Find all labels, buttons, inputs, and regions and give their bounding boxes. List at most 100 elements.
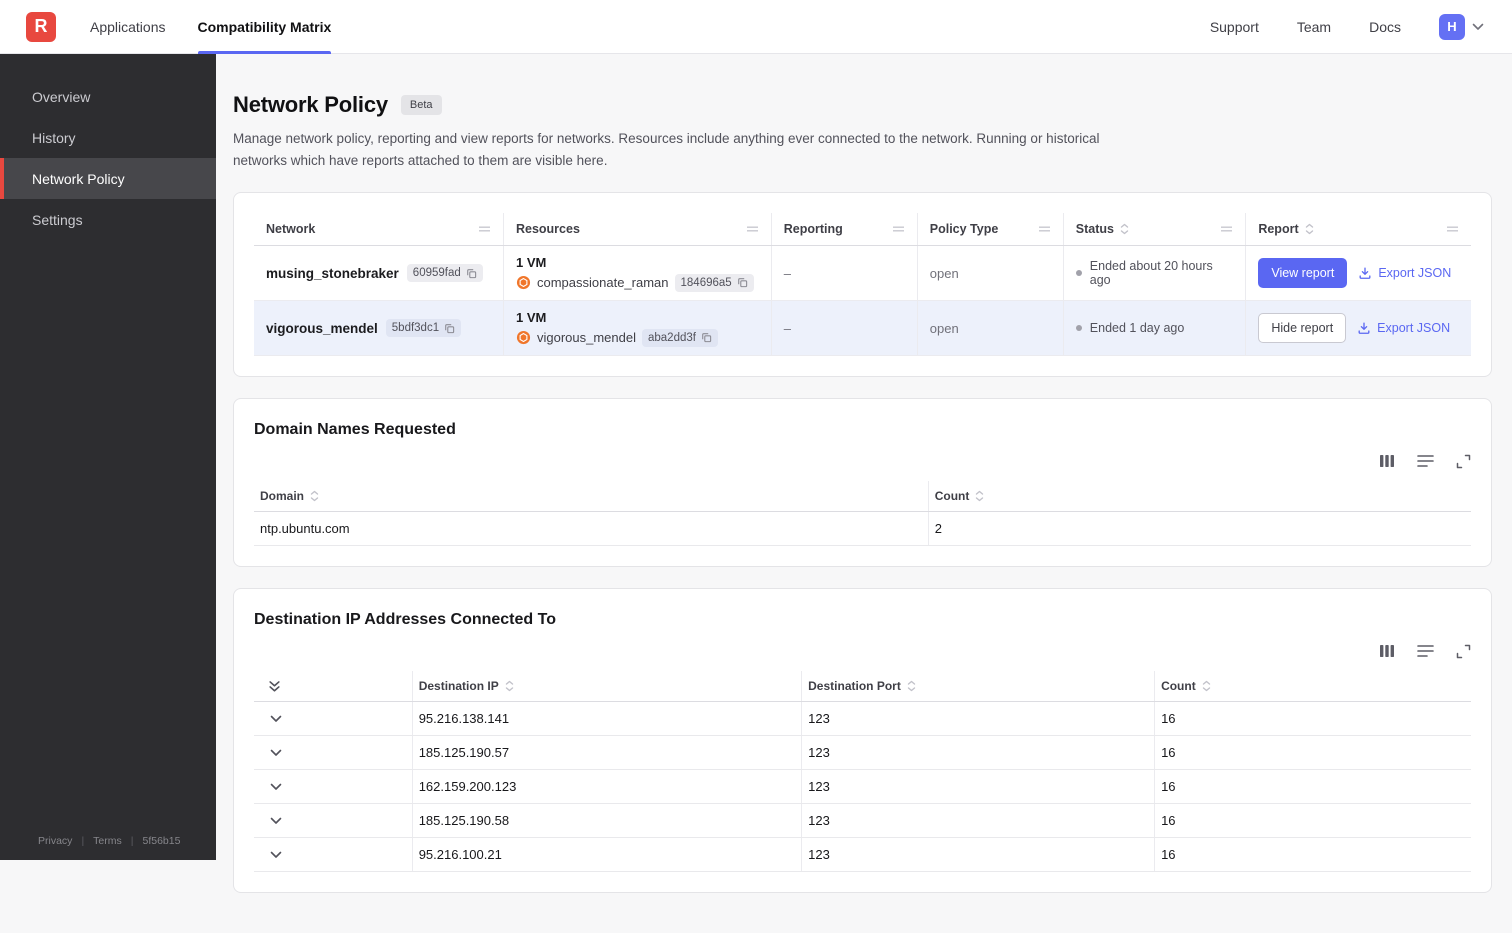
- destination-ip-value: 162.159.200.123: [412, 770, 801, 804]
- sort-icon[interactable]: [975, 490, 984, 502]
- drag-handle-icon[interactable]: [1220, 225, 1233, 233]
- copy-icon[interactable]: [444, 323, 455, 334]
- domain-value: ntp.ubuntu.com: [254, 512, 928, 546]
- sort-icon[interactable]: [310, 490, 319, 502]
- network-name: vigorous_mendel: [266, 321, 378, 336]
- network-id-badge: 60959fad: [407, 264, 483, 282]
- vm-count: 1 VM: [516, 255, 759, 270]
- sidebar: Overview History Network Policy Settings…: [0, 54, 216, 860]
- sidebar-item-overview[interactable]: Overview: [0, 76, 216, 117]
- column-header-network[interactable]: Network: [254, 213, 503, 246]
- app-logo[interactable]: R: [26, 12, 56, 42]
- avatar[interactable]: H: [1439, 14, 1465, 40]
- column-header-reporting[interactable]: Reporting: [771, 213, 917, 246]
- count-value: 2: [928, 512, 1471, 546]
- row-expand-chevron-icon[interactable]: [268, 781, 284, 793]
- domains-card: Domain Names Requested Domain Count: [233, 398, 1492, 567]
- drag-handle-icon[interactable]: [892, 225, 905, 233]
- nav-support[interactable]: Support: [1210, 19, 1259, 35]
- column-header-count[interactable]: Count: [928, 481, 1471, 512]
- view-report-button[interactable]: View report: [1258, 258, 1347, 288]
- row-expand-chevron-icon[interactable]: [268, 849, 284, 861]
- nav-compatibility-matrix[interactable]: Compatibility Matrix: [198, 0, 332, 54]
- status-badge: Ended about 20 hours ago: [1076, 259, 1234, 287]
- download-icon: [1357, 321, 1371, 335]
- destinations-toolbar: [254, 643, 1471, 659]
- terms-link[interactable]: Terms: [93, 835, 122, 847]
- container-icon: [516, 330, 531, 345]
- user-menu[interactable]: H: [1439, 14, 1484, 40]
- drag-handle-icon[interactable]: [746, 225, 759, 233]
- reporting-value: –: [771, 246, 917, 301]
- sidebar-footer: Privacy | Terms | 5f56b15: [0, 835, 216, 860]
- nav-team[interactable]: Team: [1297, 19, 1331, 35]
- column-header-destination-port[interactable]: Destination Port: [802, 671, 1155, 702]
- row-expand-chevron-icon[interactable]: [268, 747, 284, 759]
- columns-view-icon[interactable]: [1379, 643, 1395, 659]
- column-header-report[interactable]: Report: [1246, 213, 1471, 246]
- sort-icon[interactable]: [505, 680, 514, 692]
- copy-icon[interactable]: [466, 268, 477, 279]
- destinations-card: Destination IP Addresses Connected To De…: [233, 588, 1492, 893]
- export-json-button[interactable]: Export JSON: [1358, 266, 1451, 280]
- sidebar-item-network-policy[interactable]: Network Policy: [0, 158, 216, 199]
- double-chevron-down-icon[interactable]: [268, 680, 406, 693]
- sidebar-item-history[interactable]: History: [0, 117, 216, 158]
- column-header-status[interactable]: Status: [1063, 213, 1246, 246]
- resource-name: compassionate_raman: [537, 275, 669, 290]
- destination-port-value: 123: [802, 736, 1155, 770]
- drag-handle-icon[interactable]: [1446, 225, 1459, 233]
- sort-icon[interactable]: [1202, 680, 1211, 692]
- drag-handle-icon[interactable]: [1038, 225, 1051, 233]
- column-header-resources[interactable]: Resources: [503, 213, 771, 246]
- privacy-link[interactable]: Privacy: [38, 835, 72, 847]
- drag-handle-icon[interactable]: [478, 225, 491, 233]
- network-name: musing_stonebraker: [266, 266, 399, 281]
- columns-view-icon[interactable]: [1379, 453, 1395, 469]
- sort-icon[interactable]: [1305, 223, 1314, 235]
- destination-port-value: 123: [802, 770, 1155, 804]
- nav-applications[interactable]: Applications: [90, 0, 166, 54]
- column-header-destination-ip[interactable]: Destination IP: [412, 671, 801, 702]
- count-value: 16: [1155, 702, 1471, 736]
- row-expand-chevron-icon[interactable]: [268, 815, 284, 827]
- chevron-down-icon: [1472, 23, 1484, 31]
- column-header-expand-all[interactable]: [254, 671, 412, 702]
- destination-ip-value: 185.125.190.58: [412, 804, 801, 838]
- copy-icon[interactable]: [737, 277, 748, 288]
- column-header-domain[interactable]: Domain: [254, 481, 928, 512]
- destination-port-value: 123: [802, 702, 1155, 736]
- column-header-count[interactable]: Count: [1155, 671, 1471, 702]
- expand-icon[interactable]: [1456, 454, 1471, 469]
- destination-ip-value: 185.125.190.57: [412, 736, 801, 770]
- hide-report-button[interactable]: Hide report: [1258, 313, 1346, 343]
- sort-icon[interactable]: [1120, 223, 1129, 235]
- nav-docs[interactable]: Docs: [1369, 19, 1401, 35]
- count-value: 16: [1155, 770, 1471, 804]
- status-dot-icon: [1076, 325, 1082, 331]
- destination-row: 185.125.190.57 123 16: [254, 736, 1471, 770]
- domain-row: ntp.ubuntu.com 2: [254, 512, 1471, 546]
- main-content: Network Policy Beta Manage network polic…: [216, 54, 1512, 933]
- column-header-policy-type[interactable]: Policy Type: [917, 213, 1063, 246]
- copy-icon[interactable]: [701, 332, 712, 343]
- row-expand-chevron-icon[interactable]: [268, 713, 284, 725]
- rows-view-icon[interactable]: [1417, 454, 1434, 468]
- beta-badge: Beta: [401, 95, 442, 115]
- network-row[interactable]: vigorous_mendel 5bdf3dc1 1 VM vigorous_m…: [254, 301, 1471, 356]
- destination-port-value: 123: [802, 804, 1155, 838]
- sidebar-item-settings[interactable]: Settings: [0, 199, 216, 240]
- count-value: 16: [1155, 838, 1471, 872]
- network-row[interactable]: musing_stonebraker 60959fad 1 VM compass…: [254, 246, 1471, 301]
- page-description: Manage network policy, reporting and vie…: [233, 128, 1113, 171]
- resource-name: vigorous_mendel: [537, 330, 636, 345]
- destination-ip-value: 95.216.138.141: [412, 702, 801, 736]
- sort-icon[interactable]: [907, 680, 916, 692]
- rows-view-icon[interactable]: [1417, 644, 1434, 658]
- expand-icon[interactable]: [1456, 644, 1471, 659]
- count-value: 16: [1155, 736, 1471, 770]
- destination-row: 95.216.100.21 123 16: [254, 838, 1471, 872]
- export-json-button[interactable]: Export JSON: [1357, 321, 1450, 335]
- status-badge: Ended 1 day ago: [1076, 321, 1234, 335]
- networks-table: Network Resources Reporting: [254, 213, 1471, 356]
